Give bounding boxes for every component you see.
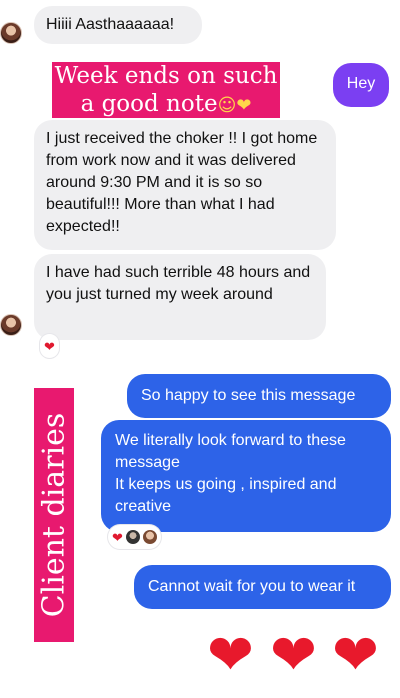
heart-icon: ❤	[332, 623, 379, 688]
banner-emoji: ☺❤	[217, 95, 252, 116]
heart-icon: ❤	[207, 623, 254, 688]
reaction-badge[interactable]: ❤	[40, 334, 59, 358]
client-diaries-banner: Client diaries	[34, 388, 74, 642]
reaction-badge[interactable]: ❤	[108, 525, 161, 549]
contact-avatar[interactable]	[0, 22, 22, 44]
message-text: It keeps us going , inspired and creativ…	[115, 476, 337, 515]
message-text: I just received the choker !! I got home…	[46, 130, 318, 235]
banner-text: Client diaries	[36, 412, 72, 618]
message-text: Cannot wait for you to wear it	[148, 578, 356, 595]
message-bubble-received[interactable]: Hiiii Aasthaaaaaa!	[34, 6, 202, 44]
chat-screen: Hiiii Aasthaaaaaa! Week ends on such a g…	[0, 0, 400, 698]
message-text: We literally look forward to these messa…	[115, 432, 346, 471]
message-text: I have had such terrible 48 hours and yo…	[46, 264, 311, 303]
message-bubble-received[interactable]: I have had such terrible 48 hours and yo…	[34, 254, 326, 340]
message-bubble-sent[interactable]: We literally look forward to these messa…	[101, 420, 391, 532]
message-bubble-sent[interactable]: So happy to see this message	[127, 374, 391, 418]
message-text: Hey	[346, 75, 376, 92]
message-bubble-sent[interactable]: Cannot wait for you to wear it	[134, 565, 391, 609]
reactor-avatar-icon	[142, 530, 157, 544]
message-bubble-sent[interactable]: Hey	[333, 63, 389, 107]
reactor-avatar-icon	[125, 530, 140, 544]
message-bubble-received[interactable]: I just received the choker !! I got home…	[34, 120, 336, 250]
heart-icon: ❤	[44, 338, 55, 354]
message-text: Hiiii Aasthaaaaaa!	[46, 16, 175, 33]
heart-icon: ❤	[270, 623, 317, 688]
week-ends-banner: Week ends on such a good note☺❤	[52, 62, 280, 118]
message-text: So happy to see this message	[141, 387, 356, 404]
contact-avatar[interactable]	[0, 314, 22, 336]
heart-icon: ❤	[112, 529, 123, 545]
